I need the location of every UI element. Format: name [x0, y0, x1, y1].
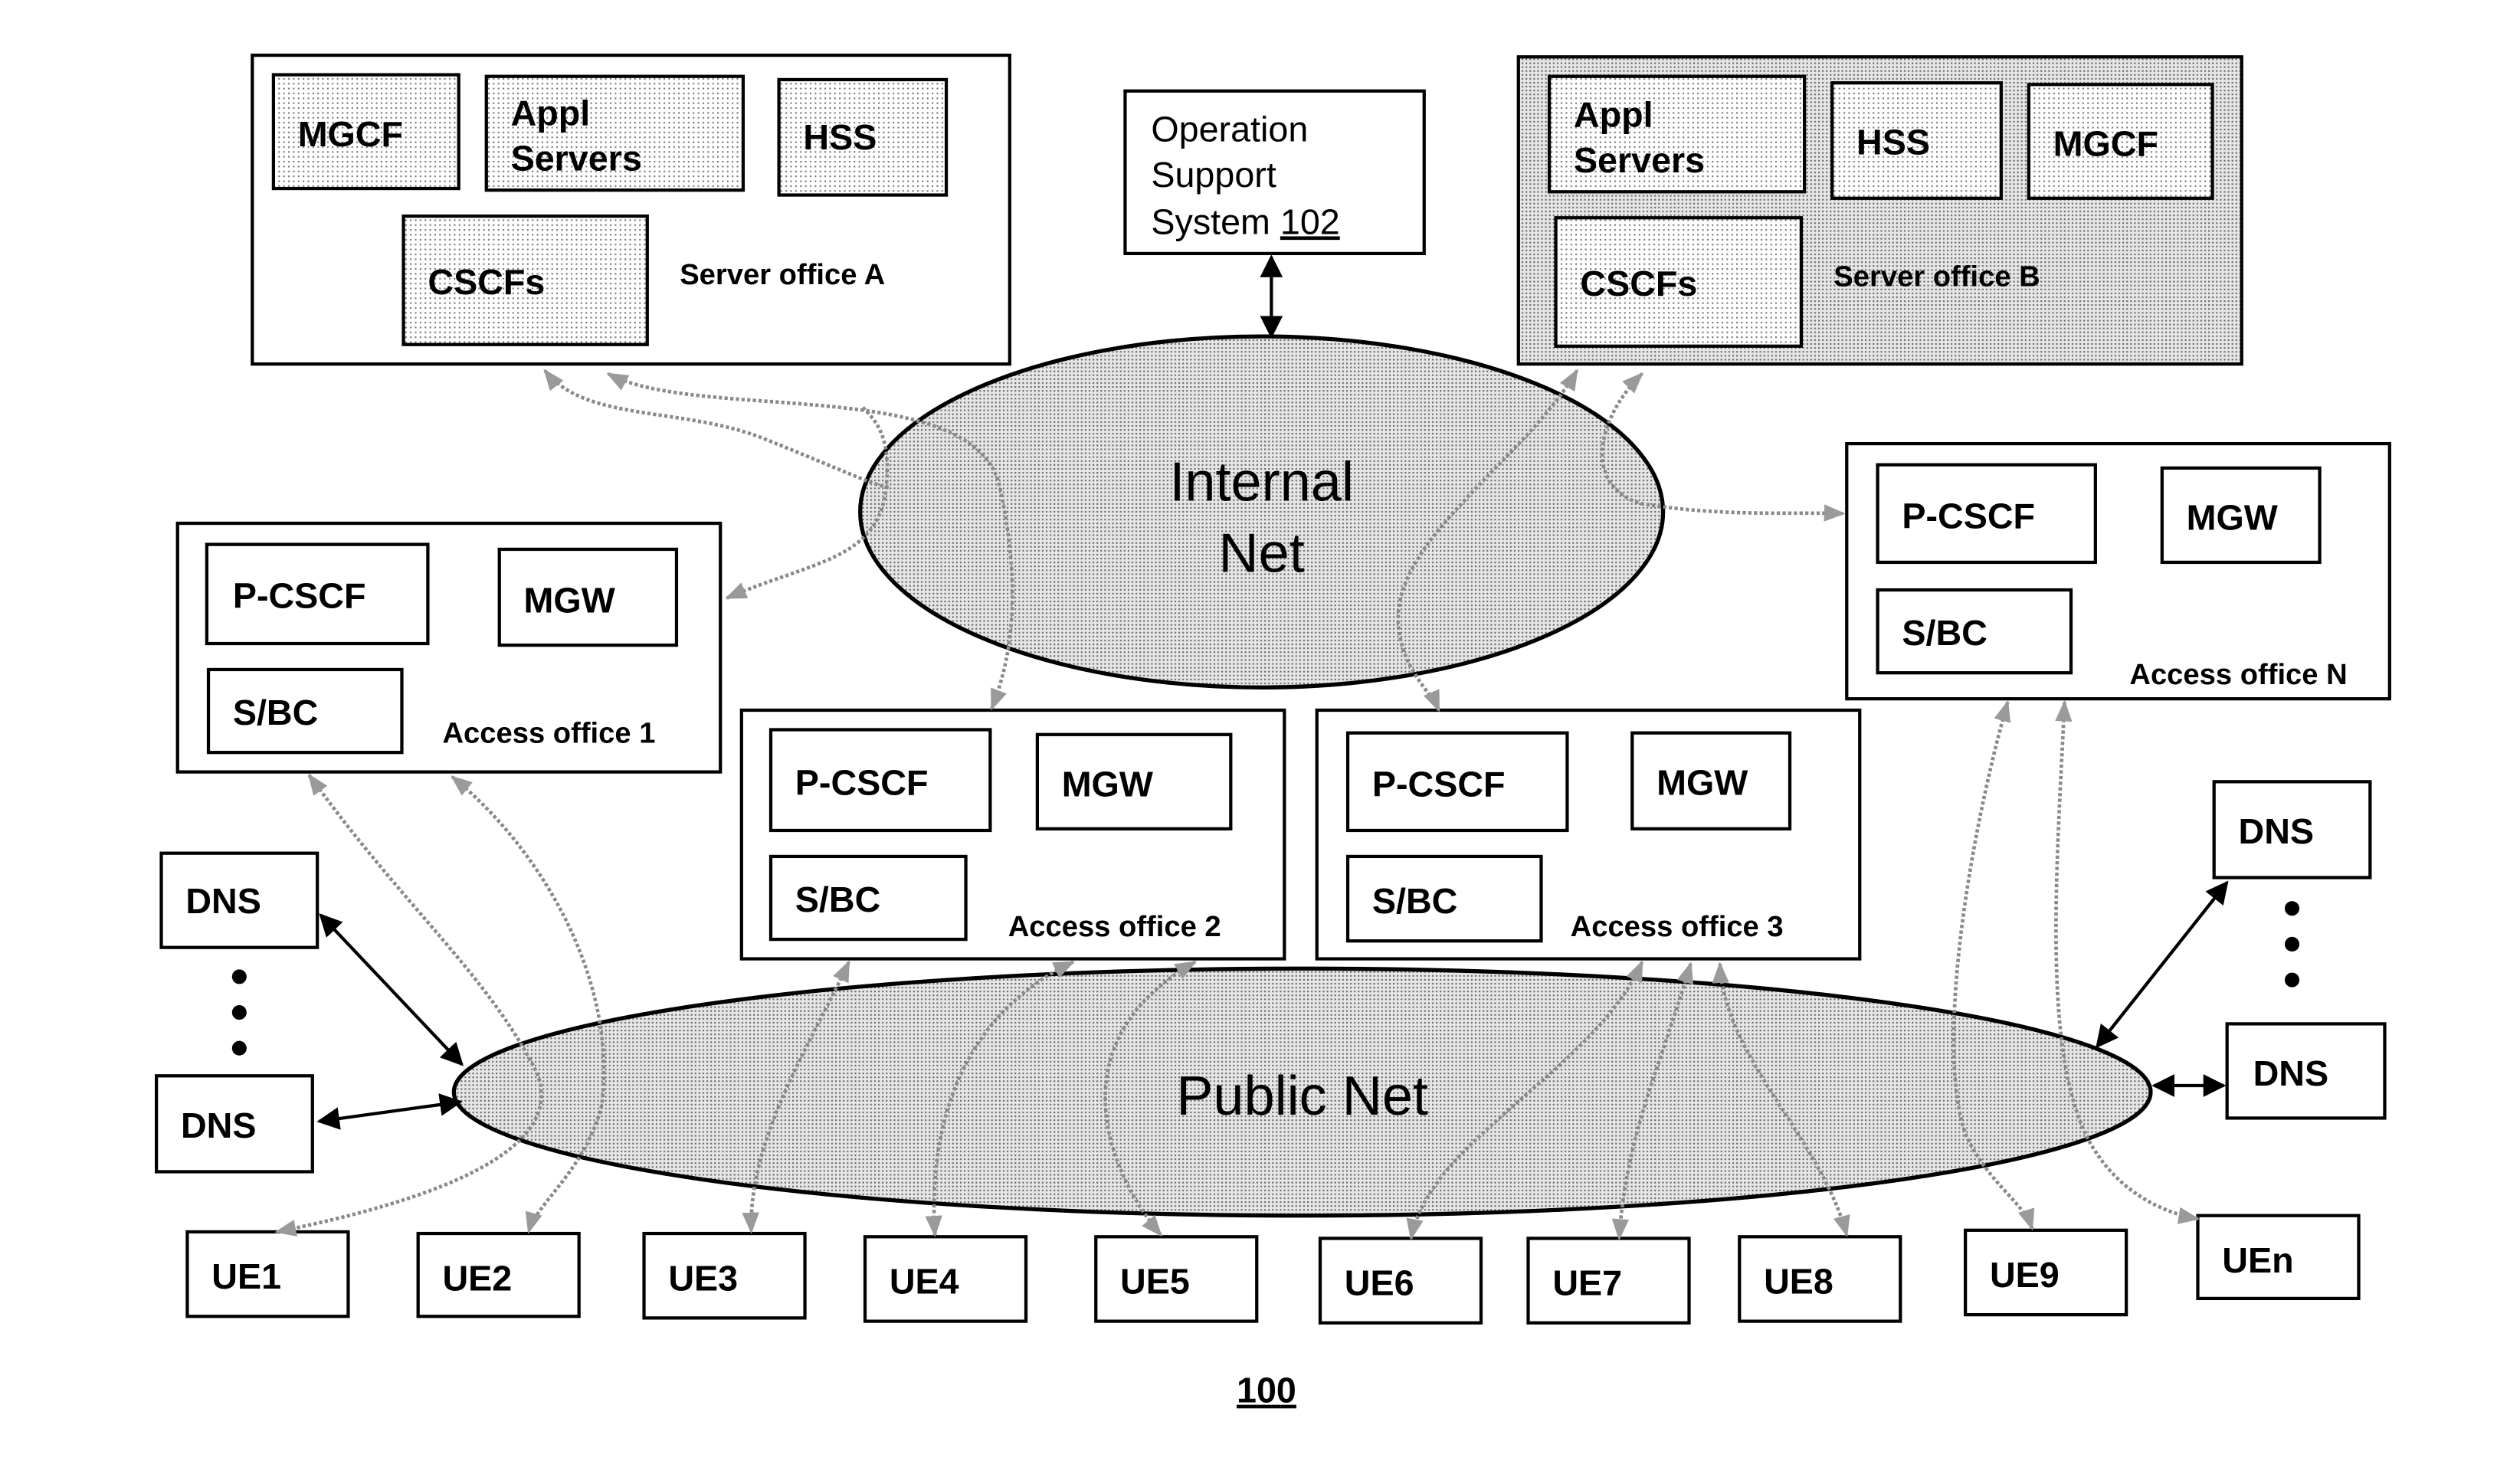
server-office-a: MGCF Appl Servers HSS CSCFs Server offic…: [251, 54, 1011, 366]
dns-label-right-top: DNS: [2239, 811, 2315, 851]
pcscf-label-1: P-CSCF: [233, 575, 366, 615]
access-office-n-label: Access office N: [2129, 658, 2347, 691]
sbc-label-n: S/BC: [1902, 613, 1987, 653]
public-net-label: Public Net: [1176, 1066, 1428, 1127]
access-office-2-label: Access office 2: [1008, 910, 1221, 943]
public-net: Public Net: [451, 966, 2153, 1218]
ue-label: UE4: [890, 1262, 959, 1302]
mgw-label-n: MGW: [2187, 498, 2278, 538]
dns-label-left-top: DNS: [185, 881, 261, 921]
ellipsis-dot: [231, 1005, 247, 1020]
dns-link-arrow: [316, 1093, 463, 1130]
mgw-label-2: MGW: [1062, 764, 1153, 804]
pcscf-label-3: P-CSCF: [1372, 764, 1506, 804]
dns-left-group: DNS DNS: [155, 851, 464, 1174]
access-office-n: P-CSCF MGW S/BC Access office N: [1845, 441, 2391, 701]
cscfs-b-label: CSCFs: [1580, 264, 1697, 303]
ue-label: UE1: [211, 1256, 281, 1296]
ellipsis-dot: [2284, 972, 2300, 988]
dns-right-group: DNS DNS: [2096, 780, 2387, 1120]
oss-label-3: System 102: [1151, 201, 1339, 241]
appl-servers-b-label-2: Servers: [1574, 140, 1705, 180]
internal-net: Internal Net: [858, 334, 1666, 690]
network-diagram: MGCF Appl Servers HSS CSCFs Server offic…: [155, 54, 2391, 1410]
ellipsis-dot: [2284, 936, 2300, 952]
server-office-b-label: Server office B: [1833, 260, 2040, 293]
access-office-3-label: Access office 3: [1571, 910, 1784, 943]
hss-b-label: HSS: [1856, 123, 1930, 162]
ue-label: UE7: [1552, 1263, 1622, 1303]
appl-servers-label-1: Appl: [511, 93, 591, 133]
dns-link-arrow: [319, 913, 464, 1066]
cscfs-label: CSCFs: [428, 262, 545, 302]
internal-net-label-2: Net: [1219, 523, 1305, 585]
figure-number: 100: [1237, 1371, 1296, 1410]
mgcf-label: MGCF: [298, 114, 403, 154]
ue-label: UE3: [668, 1258, 738, 1298]
mgw-label-3: MGW: [1657, 762, 1748, 802]
appl-servers-label-2: Servers: [511, 139, 642, 179]
pcscf-label-n: P-CSCF: [1902, 496, 2035, 536]
oss-label-2: Support: [1151, 155, 1276, 195]
ue-label: UE6: [1345, 1263, 1414, 1303]
mgcf-b-label: MGCF: [2053, 124, 2158, 164]
ue-row: UE1 UE2 UE3 UE4 UE5 UE6 UE7 UE8 UE9 UEn: [185, 1214, 2361, 1325]
access-office-3: P-CSCF MGW S/BC Access office 3: [1315, 708, 1862, 961]
sbc-label-3: S/BC: [1372, 881, 1457, 921]
ue-label: UEn: [2222, 1240, 2293, 1280]
access-office-2: P-CSCF MGW S/BC Access office 2: [739, 708, 1286, 961]
ellipsis-dot: [231, 969, 247, 984]
ue-label: UE9: [1990, 1255, 2060, 1295]
signaling-path: [451, 775, 606, 1234]
ue-label: UE2: [442, 1258, 512, 1298]
access-office-1: P-CSCF MGW S/BC Access office 1: [175, 521, 723, 774]
server-office-b: Appl Servers HSS MGCF CSCFs Server offic…: [1516, 55, 2243, 366]
access-office-1-label: Access office 1: [442, 716, 655, 749]
internal-net-label-1: Internal: [1169, 451, 1354, 513]
pcscf-label-2: P-CSCF: [795, 762, 929, 802]
ellipsis-dot: [231, 1040, 247, 1056]
ue-label: UE8: [1764, 1262, 1833, 1302]
signaling-path: [274, 773, 543, 1237]
mgw-label-1: MGW: [524, 581, 615, 621]
dns-label-left-bottom: DNS: [181, 1106, 257, 1145]
dns-label-right-bottom: DNS: [2253, 1053, 2329, 1093]
ue-label: UE5: [1120, 1262, 1190, 1302]
dns-link-arrow: [2096, 880, 2229, 1049]
operation-support-system: Operation Support System 102: [1123, 89, 1426, 339]
server-office-a-label: Server office A: [680, 258, 885, 291]
signaling-path: [543, 368, 892, 490]
hss-label: HSS: [803, 117, 877, 157]
oss-label-1: Operation: [1151, 110, 1308, 149]
ellipsis-dot: [2284, 901, 2300, 916]
sbc-label-2: S/BC: [795, 879, 880, 919]
appl-servers-b-label-1: Appl: [1574, 94, 1653, 134]
sbc-label-1: S/BC: [233, 693, 318, 732]
